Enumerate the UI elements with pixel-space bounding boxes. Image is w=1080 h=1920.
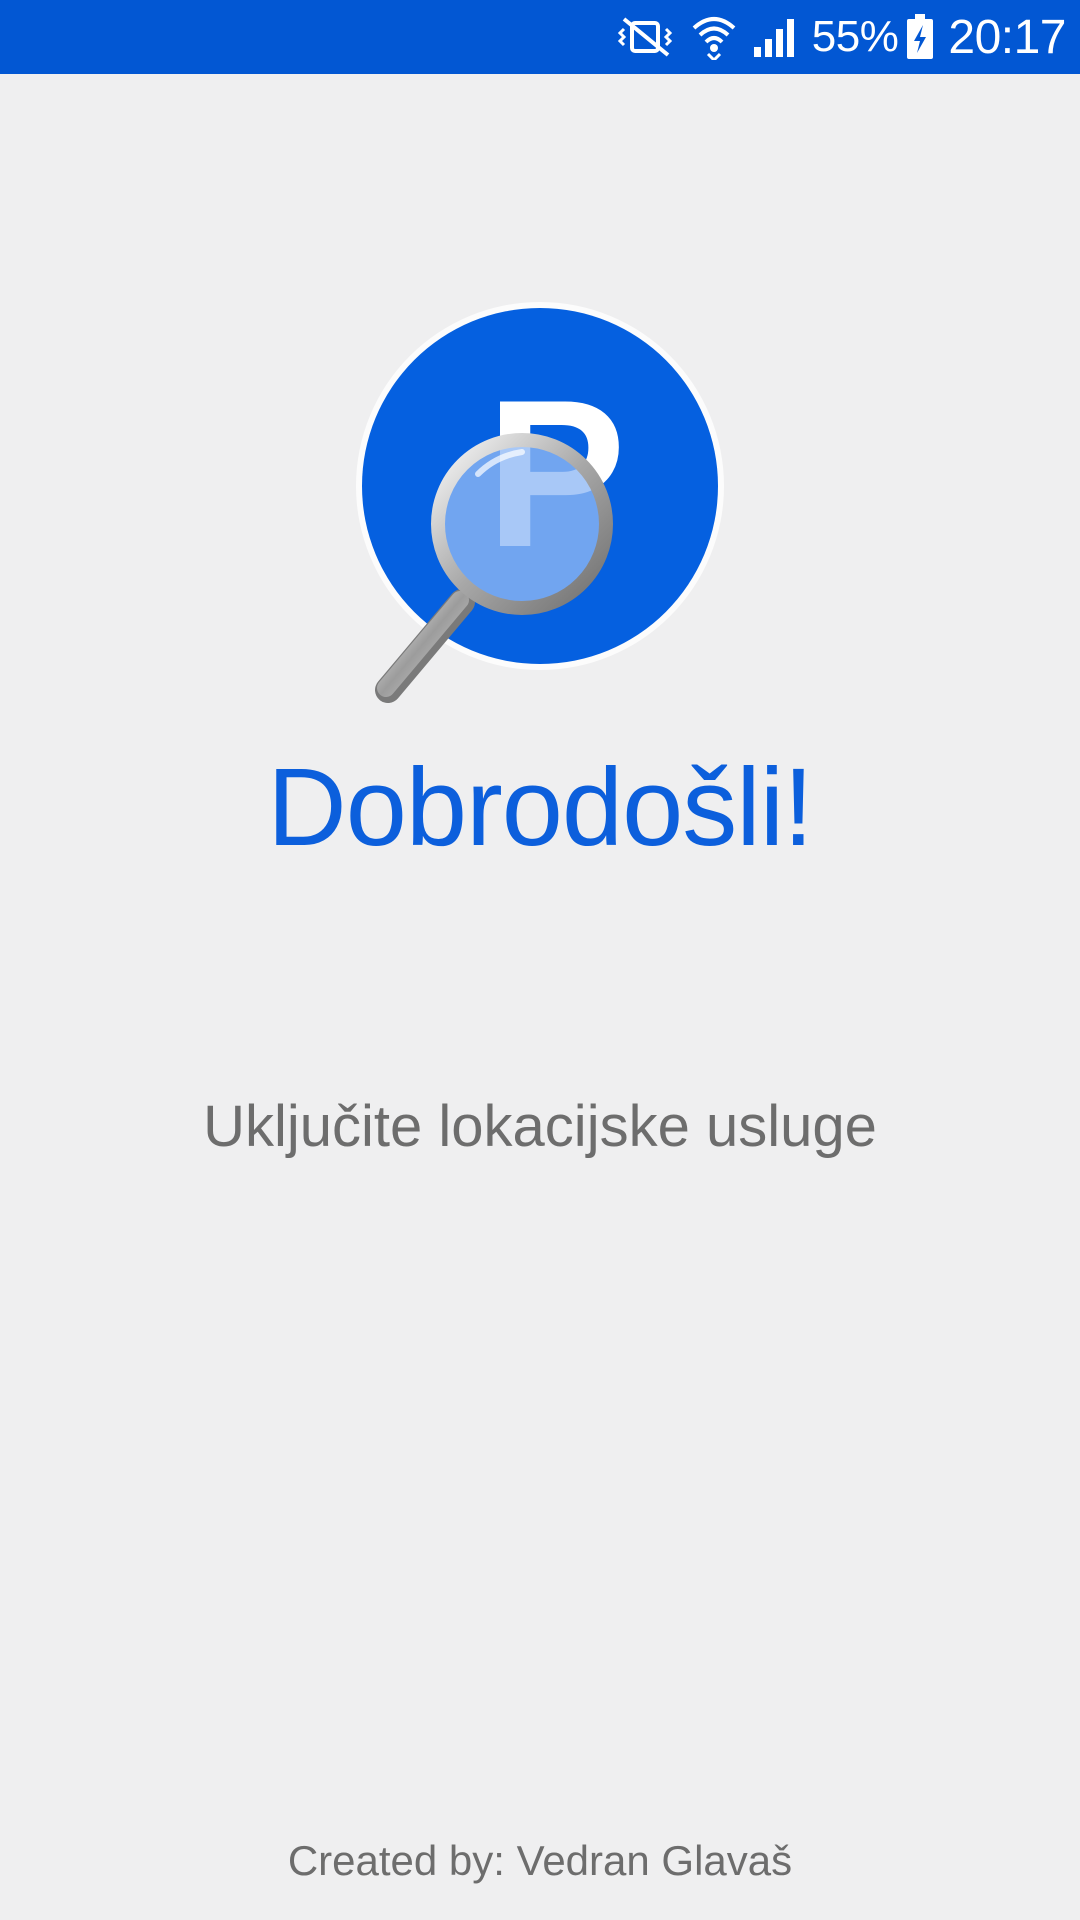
footer-credit: Created by: Vedran Glavaš (287, 1837, 793, 1884)
location-services-message: Uključite lokacijske usluge (203, 1094, 877, 1159)
clock: 20:17 (948, 10, 1066, 64)
wifi-icon (692, 14, 736, 60)
status-bar: 55% 20:17 (0, 0, 1080, 74)
battery-percent: 55% (811, 12, 899, 61)
battery-charging-icon (906, 14, 934, 60)
status-icons: 55% 20:17 (616, 0, 1066, 74)
app-logo: P (350, 296, 730, 716)
welcome-title: Dobrodošli! (267, 746, 813, 869)
mute-vibrate-icon (616, 15, 676, 59)
cell-signal-icon (752, 17, 796, 57)
